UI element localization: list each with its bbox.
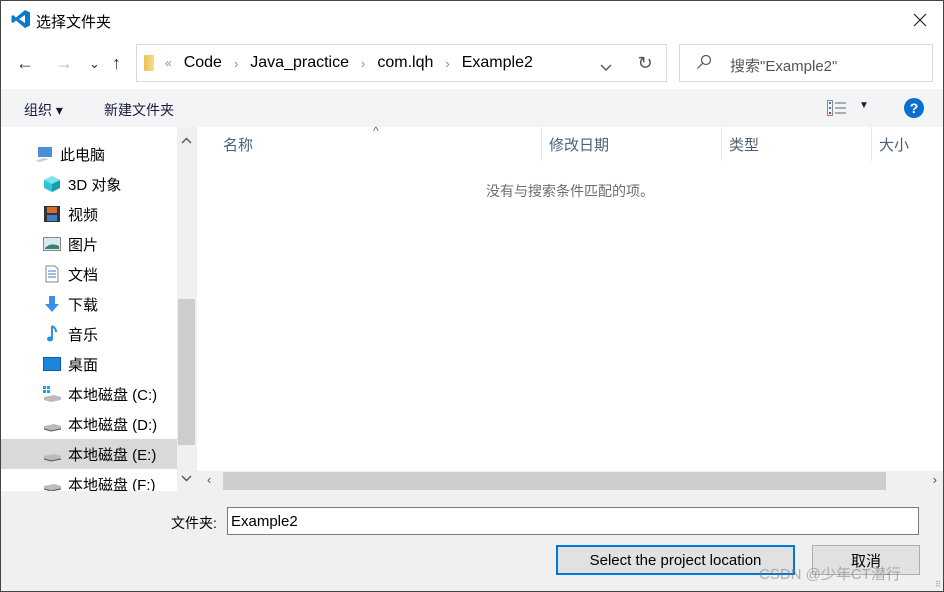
sidebar-item-pictures[interactable]: 图片	[1, 229, 177, 259]
scroll-up-button[interactable]	[181, 133, 192, 147]
scrollbar-thumb[interactable]	[223, 472, 886, 490]
breadcrumb-item[interactable]: Java_practice	[250, 54, 349, 72]
command-bar: 组织 ▾ 新建文件夹 ▼ ?	[1, 89, 943, 127]
chevron-down-icon	[600, 64, 612, 71]
windows-drive-icon	[42, 385, 62, 403]
sidebar-item-desktop[interactable]: 桌面	[1, 349, 177, 379]
sidebar-item-label: 视频	[68, 206, 99, 224]
breadcrumb: « Code › Java_practice › com.lqh › Examp…	[165, 54, 533, 72]
sidebar-item-label: 本地磁盘 (F:)	[68, 476, 156, 492]
forward-button[interactable]: →	[55, 53, 73, 74]
scrollbar-thumb[interactable]	[178, 299, 195, 445]
3d-objects-icon	[42, 175, 62, 193]
help-icon[interactable]: ?	[904, 98, 924, 118]
computer-icon	[34, 145, 54, 163]
window-title: 选择文件夹	[36, 14, 112, 31]
sidebar-item-music[interactable]: 音乐	[1, 319, 177, 349]
column-divider[interactable]	[541, 127, 542, 161]
resize-grip-icon[interactable]: ⠿	[935, 580, 941, 589]
breadcrumb-item[interactable]: com.lqh	[377, 54, 433, 72]
address-bar[interactable]: « Code › Java_practice › com.lqh › Examp…	[136, 44, 626, 82]
view-options-dropdown[interactable]: ▼	[859, 100, 869, 111]
sidebar-item-label: 桌面	[68, 356, 99, 374]
sidebar-item-drive-c[interactable]: 本地磁盘 (C:)	[1, 379, 177, 409]
organize-menu[interactable]: 组织 ▾	[24, 100, 63, 120]
sidebar-item-documents[interactable]: 文档	[1, 259, 177, 289]
folder-picker-dialog: 选择文件夹 ← → ⌄ ↑ « Code › Java_practice › c…	[0, 0, 944, 592]
file-list-horizontal-scrollbar[interactable]: ‹ ›	[201, 471, 943, 491]
sidebar-item-label: 图片	[68, 236, 99, 254]
empty-state-message: 没有与搜索条件匹配的项。	[486, 183, 654, 199]
music-icon	[42, 325, 62, 343]
sidebar-item-videos[interactable]: 视频	[1, 199, 177, 229]
breadcrumb-overflow[interactable]: «	[165, 56, 172, 70]
new-folder-button[interactable]: 新建文件夹	[104, 100, 174, 120]
folder-label: 文件夹:	[171, 515, 217, 531]
documents-icon	[42, 265, 62, 283]
column-header-type[interactable]: 类型	[729, 127, 759, 161]
sidebar-item-this-pc[interactable]: 此电脑	[1, 139, 177, 169]
chevron-right-icon[interactable]: ›	[361, 56, 365, 71]
title-bar: 选择文件夹	[1, 1, 943, 39]
close-icon	[913, 13, 927, 27]
recent-locations-button[interactable]: ⌄	[89, 56, 100, 72]
breadcrumb-item[interactable]: Example2	[462, 54, 533, 72]
sidebar-item-label: 3D 对象	[68, 176, 122, 194]
sidebar-item-label: 本地磁盘 (D:)	[68, 416, 158, 434]
address-dropdown-button[interactable]	[592, 50, 620, 86]
navigation-pane: 此电脑 3D 对象 视频 图片 文档 下载 音乐 桌面 本地磁盘 (C:) 本地…	[1, 127, 177, 491]
chevron-down-icon	[181, 475, 192, 482]
sidebar-item-drive-d[interactable]: 本地磁盘 (D:)	[1, 409, 177, 439]
drive-icon	[42, 445, 62, 463]
video-icon	[42, 205, 62, 223]
scroll-down-button[interactable]	[181, 471, 192, 485]
back-button[interactable]: ←	[16, 53, 34, 74]
watermark: CSDN @少年CT潜行	[759, 566, 901, 583]
navigation-bar: ← → ⌄ ↑ « Code › Java_practice › com.lqh…	[1, 39, 943, 89]
sidebar-item-drive-e[interactable]: 本地磁盘 (E:)	[1, 439, 177, 469]
search-box[interactable]: 搜索"Example2"	[679, 44, 933, 82]
chevron-up-icon	[181, 137, 192, 144]
sidebar-item-drive-f[interactable]: 本地磁盘 (F:)	[1, 469, 177, 491]
breadcrumb-item[interactable]: Code	[184, 54, 222, 72]
sort-ascending-icon: ^	[373, 124, 379, 138]
details-view-icon[interactable]	[827, 100, 847, 116]
drive-icon	[42, 415, 62, 433]
desktop-icon	[42, 355, 62, 373]
chevron-right-icon[interactable]: ›	[445, 56, 449, 71]
sidebar-item-label: 下载	[68, 296, 99, 314]
column-header-date-modified[interactable]: 修改日期	[549, 127, 609, 161]
up-button[interactable]: ↑	[112, 53, 121, 74]
sidebar-item-label: 此电脑	[60, 146, 106, 164]
scroll-left-button[interactable]: ‹	[207, 472, 211, 487]
drive-icon	[42, 475, 62, 491]
sidebar-item-label: 本地磁盘 (E:)	[68, 446, 157, 464]
sidebar-item-label: 音乐	[68, 326, 99, 344]
file-list: ^ 名称 修改日期 类型 大小 没有与搜索条件匹配的项。	[197, 124, 943, 471]
search-icon	[697, 54, 712, 69]
column-header-name[interactable]: 名称	[223, 127, 253, 161]
sidebar-item-label: 本地磁盘 (C:)	[68, 386, 158, 404]
search-input[interactable]: 搜索"Example2"	[730, 55, 837, 76]
column-divider[interactable]	[721, 127, 722, 161]
close-button[interactable]	[897, 1, 943, 39]
navigation-pane-scrollbar[interactable]	[177, 127, 196, 491]
pictures-icon	[42, 235, 62, 253]
folder-name-input[interactable]	[227, 507, 919, 535]
scroll-right-button[interactable]: ›	[933, 472, 937, 487]
download-icon	[42, 295, 62, 313]
chevron-right-icon[interactable]: ›	[234, 56, 238, 71]
vscode-icon	[11, 10, 30, 28]
refresh-button[interactable]: ↻	[624, 44, 667, 82]
column-header-size[interactable]: 大小	[879, 127, 909, 161]
sidebar-item-downloads[interactable]: 下载	[1, 289, 177, 319]
folder-icon	[144, 55, 154, 71]
sidebar-item-3d-objects[interactable]: 3D 对象	[1, 169, 177, 199]
sidebar-item-label: 文档	[68, 266, 99, 284]
column-divider[interactable]	[871, 127, 872, 161]
